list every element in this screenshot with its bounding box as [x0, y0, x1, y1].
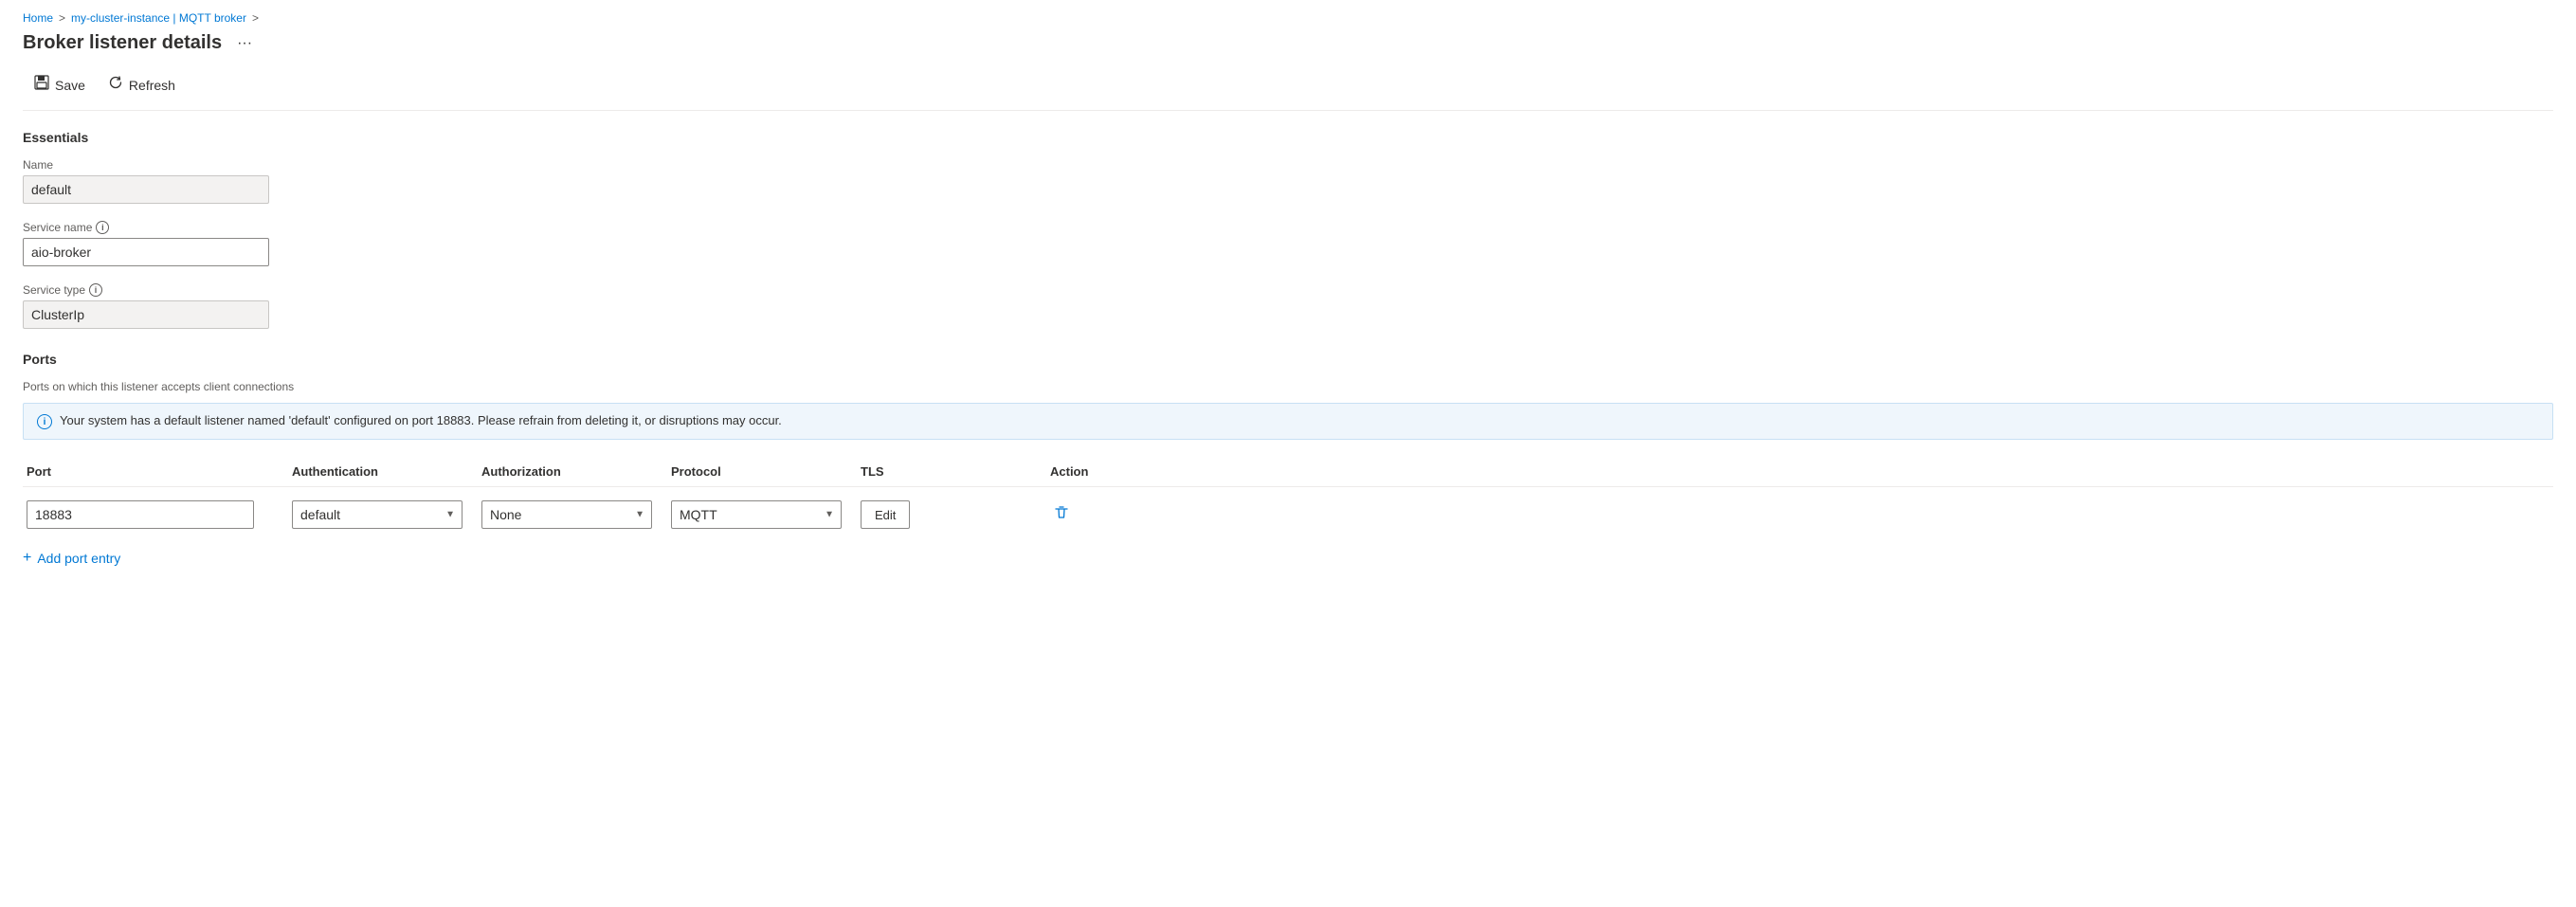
toolbar: Save Refresh: [23, 69, 2553, 111]
breadcrumb-home[interactable]: Home: [23, 11, 53, 25]
name-label: Name: [23, 158, 2553, 172]
delete-icon: [1054, 505, 1069, 520]
info-banner: i Your system has a default listener nam…: [23, 403, 2553, 440]
authentication-cell: default none ▼: [288, 500, 478, 529]
tls-edit-button[interactable]: Edit: [861, 500, 910, 529]
name-value: default: [23, 175, 269, 204]
add-port-button[interactable]: + Add port entry: [23, 542, 120, 574]
col-header-port: Port: [23, 464, 288, 479]
port-cell: [23, 500, 288, 529]
service-name-field-group: Service name i: [23, 221, 2553, 266]
col-header-protocol: Protocol: [667, 464, 857, 479]
page-container: Home > my-cluster-instance | MQTT broker…: [0, 0, 2576, 597]
info-banner-text: Your system has a default listener named…: [60, 413, 782, 427]
authorization-cell: None default ▼: [478, 500, 667, 529]
breadcrumb-sep-1: >: [59, 11, 65, 25]
breadcrumb-cluster[interactable]: my-cluster-instance | MQTT broker: [71, 11, 246, 25]
col-header-delete: [1160, 464, 1217, 479]
protocol-select[interactable]: MQTT MQTTS WebSockets: [671, 500, 842, 529]
ports-section: Ports Ports on which this listener accep…: [23, 352, 2553, 574]
save-label: Save: [55, 78, 85, 93]
ports-title: Ports: [23, 352, 2553, 367]
refresh-button[interactable]: Refresh: [97, 69, 187, 100]
authorization-select[interactable]: None default: [481, 500, 652, 529]
refresh-icon: [108, 75, 123, 95]
essentials-title: Essentials: [23, 130, 2553, 145]
ports-description: Ports on which this listener accepts cli…: [23, 380, 2553, 393]
service-name-label: Service name i: [23, 221, 2553, 234]
authorization-select-wrapper: None default ▼: [481, 500, 652, 529]
service-type-info-icon: i: [89, 283, 102, 297]
service-type-value: ClusterIp: [23, 300, 269, 329]
save-icon: [34, 75, 49, 95]
breadcrumb: Home > my-cluster-instance | MQTT broker…: [23, 11, 2553, 25]
service-type-field-group: Service type i ClusterIp: [23, 283, 2553, 329]
page-title: Broker listener details: [23, 32, 222, 54]
add-port-label: Add port entry: [37, 551, 120, 566]
name-field-group: Name default: [23, 158, 2553, 204]
col-header-authz: Authorization: [478, 464, 667, 479]
delete-row-button[interactable]: [1050, 501, 1073, 529]
info-banner-icon: i: [37, 414, 52, 429]
authentication-select[interactable]: default none: [292, 500, 463, 529]
save-button[interactable]: Save: [23, 69, 97, 100]
service-name-input[interactable]: [23, 238, 269, 266]
refresh-label: Refresh: [129, 78, 175, 93]
more-options-button[interactable]: ···: [231, 33, 258, 54]
protocol-cell: MQTT MQTTS WebSockets ▼: [667, 500, 857, 529]
service-type-label: Service type i: [23, 283, 2553, 297]
essentials-section: Essentials Name default Service name i S…: [23, 130, 2553, 329]
authentication-select-wrapper: default none ▼: [292, 500, 463, 529]
page-header: Broker listener details ···: [23, 32, 2553, 54]
tls-cell: Edit: [857, 500, 1046, 529]
plus-icon: +: [23, 550, 31, 567]
breadcrumb-sep-2: >: [252, 11, 259, 25]
service-name-info-icon: i: [96, 221, 109, 234]
col-header-action: Action: [1046, 464, 1160, 479]
col-header-auth: Authentication: [288, 464, 478, 479]
action-cell: [1046, 501, 1160, 529]
ports-table-header: Port Authentication Authorization Protoc…: [23, 457, 2553, 487]
ports-table: Port Authentication Authorization Protoc…: [23, 457, 2553, 535]
col-header-tls: TLS: [857, 464, 1046, 479]
port-input[interactable]: [27, 500, 254, 529]
protocol-select-wrapper: MQTT MQTTS WebSockets ▼: [671, 500, 842, 529]
table-row: default none ▼ None default ▼: [23, 495, 2553, 535]
